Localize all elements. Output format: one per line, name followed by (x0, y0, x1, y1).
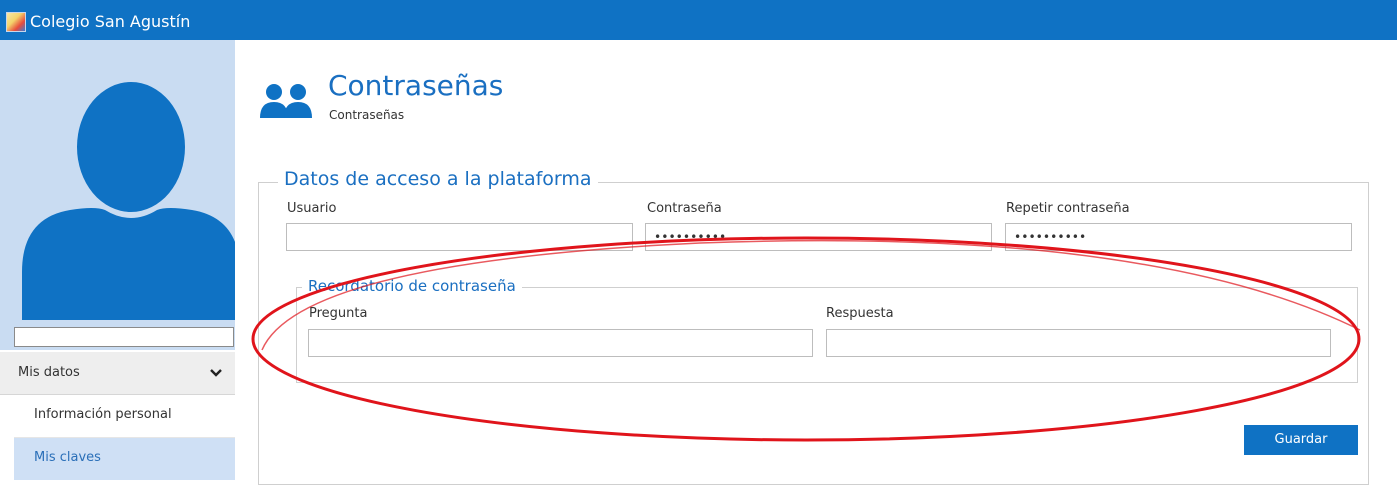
user-name-strip (14, 327, 234, 347)
avatar (0, 40, 235, 350)
app-title: Colegio San Agustín (30, 12, 191, 31)
question-label: Pregunta (309, 306, 368, 321)
password-reminder-legend: Recordatorio de contraseña (302, 276, 522, 296)
answer-field[interactable] (826, 329, 1331, 357)
sidebar-item-label: Información personal (34, 407, 172, 422)
save-button[interactable]: Guardar (1244, 425, 1358, 455)
top-bar: Colegio San Agustín (0, 0, 1397, 40)
repeat-password-label: Repetir contraseña (1006, 201, 1130, 216)
page-title: Contraseñas (328, 69, 504, 102)
menu-mis-datos[interactable]: Mis datos (0, 352, 235, 395)
username-field[interactable] (286, 223, 633, 251)
repeat-password-field[interactable]: •••••••••• (1005, 223, 1352, 251)
answer-label: Respuesta (826, 306, 894, 321)
username-label: Usuario (287, 201, 337, 216)
user-silhouette-icon (22, 82, 235, 320)
access-data-legend: Datos de acceso a la plataforma (278, 167, 598, 191)
chevron-down-icon[interactable] (210, 368, 222, 378)
sidebar-item-mis-claves[interactable]: Mis claves (14, 438, 235, 480)
sidebar-item-label: Mis claves (34, 450, 101, 465)
password-field[interactable]: •••••••••• (645, 223, 992, 251)
question-field[interactable] (308, 329, 813, 357)
users-icon (260, 84, 312, 118)
password-label: Contraseña (647, 201, 722, 216)
breadcrumb: Contraseñas (329, 108, 405, 122)
sidebar-item-informacion-personal[interactable]: Información personal (14, 395, 235, 438)
sidebar: Mis datos Información personal Mis clave… (0, 40, 235, 488)
school-logo-icon (6, 12, 26, 32)
menu-header-label: Mis datos (18, 365, 80, 380)
